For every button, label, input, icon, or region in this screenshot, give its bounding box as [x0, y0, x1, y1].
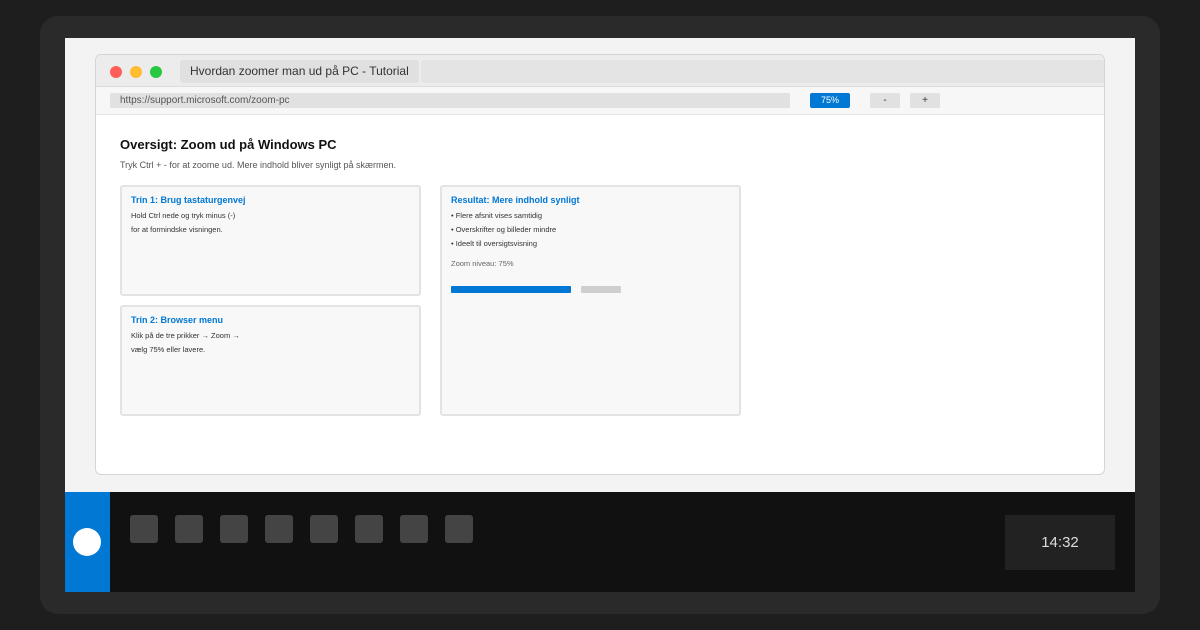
- card-line: Klik på de tre prikker → Zoom →: [131, 331, 240, 340]
- card-line: Hold Ctrl nede og tryk minus (-): [131, 211, 236, 220]
- taskbar-app-icon[interactable]: [265, 515, 293, 543]
- tab-strip: [421, 60, 1104, 83]
- page-title: Oversigt: Zoom ud på Windows PC: [120, 137, 337, 152]
- start-icon: [73, 528, 101, 556]
- taskbar-app-icon[interactable]: [400, 515, 428, 543]
- address-toolbar: https://support.microsoft.com/zoom-pc 75…: [96, 87, 1104, 115]
- card-title: Resultat: Mere indhold synligt: [451, 195, 580, 205]
- result-card: Resultat: Mere indhold synligt • Flere a…: [440, 185, 741, 416]
- taskbar-app-icon[interactable]: [220, 515, 248, 543]
- card-line: • Flere afsnit vises samtidig: [451, 211, 542, 220]
- start-button[interactable]: [65, 492, 110, 592]
- taskbar-app-icon[interactable]: [130, 515, 158, 543]
- step-1-card: Trin 1: Brug tastaturgenvej Hold Ctrl ne…: [120, 185, 421, 296]
- zoom-in-button[interactable]: +: [910, 93, 940, 108]
- taskbar-app-icon[interactable]: [355, 515, 383, 543]
- desktop-screen: Hvordan zoomer man ud på PC - Tutorial h…: [65, 38, 1135, 592]
- card-title: Trin 1: Brug tastaturgenvej: [131, 195, 246, 205]
- step-2-card: Trin 2: Browser menu Klik på de tre prik…: [120, 305, 421, 416]
- zoom-level-label: Zoom niveau: 75%: [451, 259, 514, 268]
- card-line: • Ideelt til oversigtsvisning: [451, 239, 537, 248]
- card-line: vælg 75% eller lavere.: [131, 345, 206, 354]
- taskbar-app-icon[interactable]: [175, 515, 203, 543]
- taskbar-clock[interactable]: 14:32: [1005, 515, 1115, 570]
- zoom-progress-remainder: [581, 286, 621, 293]
- page-subtitle: Tryk Ctrl + - for at zoome ud. Mere indh…: [120, 160, 397, 170]
- taskbar-app-icon[interactable]: [445, 515, 473, 543]
- zoom-progress-fill: [451, 286, 571, 293]
- page-content: Oversigt: Zoom ud på Windows PC Tryk Ctr…: [96, 116, 1104, 474]
- taskbar: 14:32: [65, 492, 1135, 592]
- card-line: • Overskrifter og billeder mindre: [451, 225, 557, 234]
- browser-tab[interactable]: Hvordan zoomer man ud på PC - Tutorial: [180, 60, 419, 83]
- maximize-window-button[interactable]: [150, 66, 162, 78]
- browser-titlebar: Hvordan zoomer man ud på PC - Tutorial: [96, 55, 1104, 87]
- close-window-button[interactable]: [110, 66, 122, 78]
- zoom-out-button[interactable]: -: [870, 93, 900, 108]
- taskbar-app-icon[interactable]: [310, 515, 338, 543]
- browser-window: Hvordan zoomer man ud på PC - Tutorial h…: [95, 54, 1105, 475]
- minimize-window-button[interactable]: [130, 66, 142, 78]
- card-line: for at formindske visningen.: [131, 225, 223, 234]
- zoom-level-badge[interactable]: 75%: [810, 93, 850, 108]
- address-bar[interactable]: https://support.microsoft.com/zoom-pc: [110, 93, 790, 108]
- card-title: Trin 2: Browser menu: [131, 315, 224, 325]
